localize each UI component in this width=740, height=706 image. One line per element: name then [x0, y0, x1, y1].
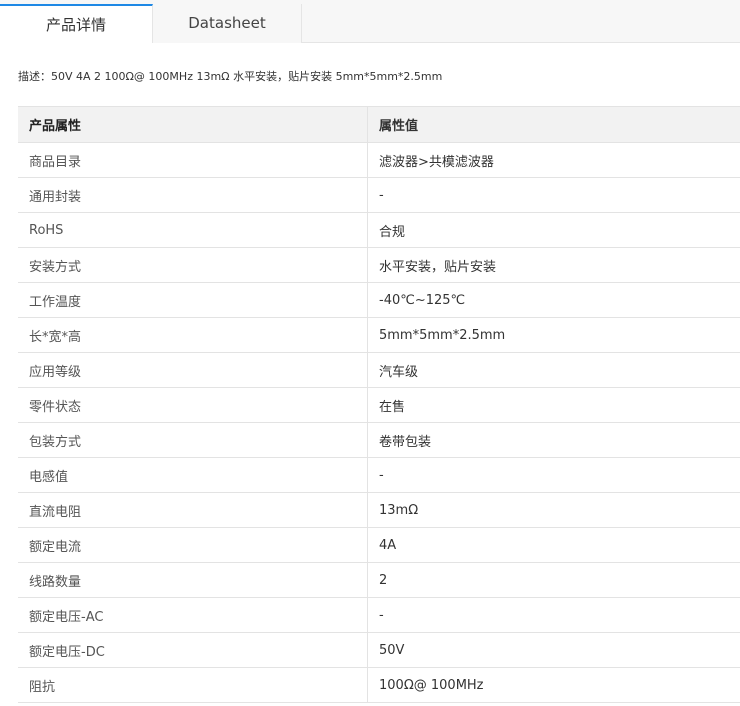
- table-row: 安装方式 水平安装，贴片安装: [18, 248, 740, 283]
- table-row: 零件状态 在售: [18, 388, 740, 423]
- table-row: 直流电阻 13mΩ: [18, 493, 740, 528]
- attribute-value: 50V: [379, 642, 405, 658]
- attribute-name: 阻抗: [18, 668, 368, 702]
- table-row: 额定电压-DC 50V: [18, 633, 740, 668]
- table-row: 电感值 -: [18, 458, 740, 493]
- attribute-value: 水平安装，贴片安装: [379, 259, 497, 275]
- tab-product-details[interactable]: 产品详情: [0, 4, 153, 43]
- attribute-value: -40℃~125℃: [379, 292, 466, 308]
- attribute-value: 在售: [379, 399, 406, 415]
- column-header-attribute: 产品属性: [18, 107, 368, 142]
- attribute-name: 额定电压-AC: [18, 598, 368, 632]
- attribute-value: -: [379, 187, 384, 203]
- attribute-name: 电感值: [18, 458, 368, 492]
- attribute-name: 直流电阻: [18, 493, 368, 527]
- attribute-name: 通用封装: [18, 178, 368, 212]
- attribute-value: 2: [379, 572, 388, 588]
- table-row: 通用封装 -: [18, 178, 740, 213]
- attribute-value: -: [379, 607, 384, 623]
- table-row: 阻抗 100Ω@ 100MHz: [18, 668, 740, 703]
- attribute-name: 线路数量: [18, 563, 368, 597]
- table-row: RoHS 合规: [18, 213, 740, 248]
- attribute-value: 合规: [379, 224, 406, 240]
- table-row: 额定电压-AC -: [18, 598, 740, 633]
- attribute-value: 汽车级: [379, 364, 419, 380]
- attribute-name: 额定电流: [18, 528, 368, 562]
- table-row: 工作温度 -40℃~125℃: [18, 283, 740, 318]
- table-row: 长*宽*高 5mm*5mm*2.5mm: [18, 318, 740, 353]
- table-row: 线路数量 2: [18, 563, 740, 598]
- attribute-value: 5mm*5mm*2.5mm: [379, 327, 506, 343]
- attribute-value: 滤波器>共模滤波器: [379, 154, 494, 170]
- attribute-name: 安装方式: [18, 248, 368, 282]
- attribute-value: 卷带包装: [379, 434, 432, 450]
- attribute-value: -: [379, 467, 384, 483]
- attribute-name: RoHS: [18, 213, 368, 247]
- column-header-value: 属性值: [379, 119, 419, 134]
- tab-datasheet[interactable]: Datasheet: [153, 4, 302, 43]
- tab-bar: 产品详情 Datasheet: [0, 0, 740, 43]
- attribute-name: 工作温度: [18, 283, 368, 317]
- attribute-value: 100Ω@ 100MHz: [379, 677, 484, 693]
- table-row: 额定电流 4A: [18, 528, 740, 563]
- attribute-name: 零件状态: [18, 388, 368, 422]
- attribute-value: 13mΩ: [379, 502, 419, 518]
- table-row: 应用等级 汽车级: [18, 353, 740, 388]
- attribute-name: 应用等级: [18, 353, 368, 387]
- table-row: 包装方式 卷带包装: [18, 423, 740, 458]
- attributes-table: 产品属性 属性值 商品目录 滤波器>共模滤波器 通用封装 - RoHS 合规 安…: [18, 106, 740, 703]
- table-row: 商品目录 滤波器>共模滤波器: [18, 143, 740, 178]
- attribute-name: 包装方式: [18, 423, 368, 457]
- attribute-name: 长*宽*高: [18, 318, 368, 352]
- attribute-name: 商品目录: [18, 143, 368, 177]
- attribute-value: 4A: [379, 537, 397, 553]
- table-header-row: 产品属性 属性值: [18, 107, 740, 143]
- attribute-name: 额定电压-DC: [18, 633, 368, 667]
- product-description: 描述：50V 4A 2 100Ω@ 100MHz 13mΩ 水平安装，贴片安装 …: [18, 70, 443, 83]
